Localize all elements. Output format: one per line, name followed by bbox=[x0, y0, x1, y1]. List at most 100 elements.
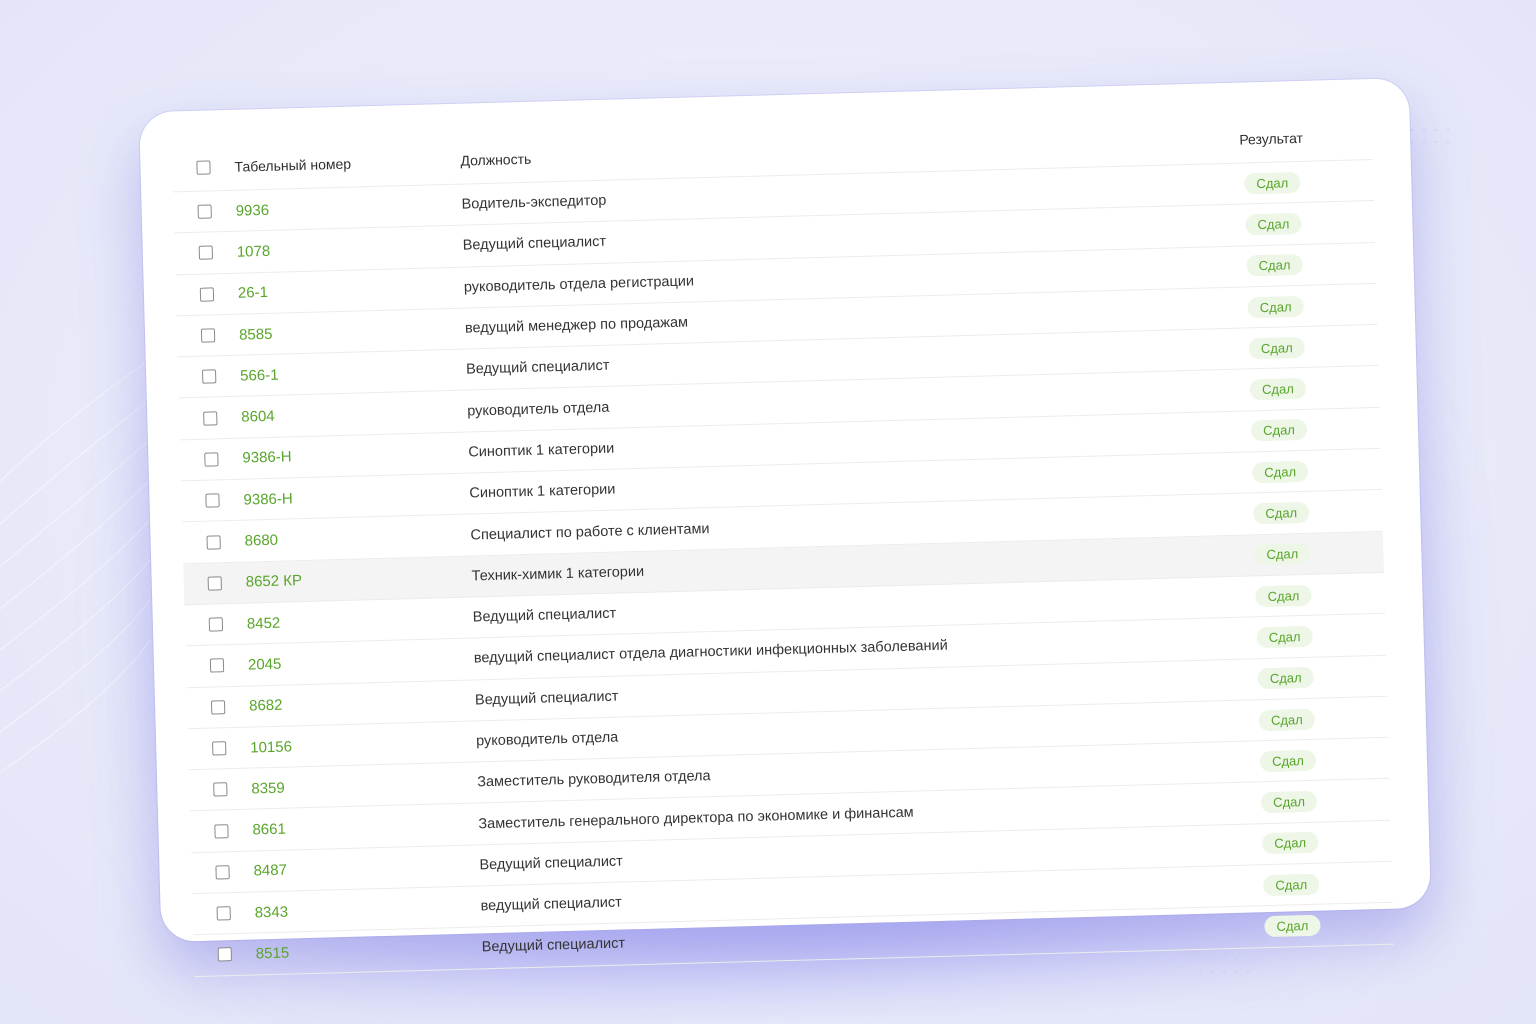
row-checkbox-cell bbox=[189, 782, 251, 798]
row-checkbox[interactable] bbox=[203, 410, 218, 426]
employee-number-link[interactable]: 8680 bbox=[244, 527, 470, 550]
result-badge: Сдал bbox=[1246, 254, 1303, 277]
employee-number-link[interactable]: 1078 bbox=[237, 238, 463, 261]
employee-number-link[interactable]: 8585 bbox=[239, 320, 465, 343]
row-checkbox[interactable] bbox=[207, 576, 222, 591]
row-checkbox[interactable] bbox=[212, 741, 227, 756]
row-checkbox-cell bbox=[185, 617, 247, 633]
row-checkbox-cell bbox=[193, 906, 255, 922]
employee-number-link[interactable]: 9386-Н bbox=[243, 485, 469, 508]
result-cell: Сдал bbox=[1218, 212, 1329, 236]
position-text: Техник-химик 1 категории bbox=[471, 563, 645, 585]
employee-number-link[interactable]: 8652 КР bbox=[246, 568, 472, 591]
result-badge: Сдал bbox=[1259, 749, 1317, 773]
result-cell: Сдал bbox=[1229, 625, 1340, 649]
position-text: Синоптик 1 категории bbox=[468, 440, 615, 461]
position-text: Специалист по работе с клиентами bbox=[470, 520, 710, 544]
employee-number-link[interactable]: 8359 bbox=[251, 774, 477, 797]
column-header-result[interactable]: Результат bbox=[1239, 130, 1303, 148]
row-checkbox-cell bbox=[187, 699, 249, 715]
result-badge: Сдал bbox=[1257, 666, 1314, 690]
result-cell: Сдал bbox=[1234, 790, 1345, 814]
select-all-cell bbox=[172, 160, 234, 176]
employee-number-link[interactable]: 26-1 bbox=[238, 279, 464, 302]
employee-number-link[interactable]: 566-1 bbox=[240, 361, 466, 384]
row-checkbox-cell bbox=[186, 658, 248, 674]
row-checkbox[interactable] bbox=[216, 906, 231, 921]
result-badge: Сдал bbox=[1244, 171, 1301, 195]
row-checkbox[interactable] bbox=[215, 865, 230, 880]
result-cell: Сдал bbox=[1224, 419, 1335, 443]
row-checkbox-cell bbox=[194, 947, 256, 963]
row-checkbox[interactable] bbox=[205, 493, 220, 508]
result-cell: Сдал bbox=[1217, 171, 1328, 195]
employee-number-link[interactable]: 2045 bbox=[248, 650, 474, 674]
result-badge: Сдал bbox=[1253, 501, 1310, 525]
position-text: ведущий специалист отдела диагностики ин… bbox=[473, 638, 948, 667]
result-cell: Сдал bbox=[1227, 542, 1338, 566]
position-text: Заместитель генерального директора по эк… bbox=[478, 804, 914, 832]
column-header-number[interactable]: Табельный номер bbox=[234, 153, 460, 175]
row-checkbox-cell bbox=[176, 286, 238, 302]
result-cell: Сдал bbox=[1220, 295, 1331, 319]
position-text: Ведущий специалист bbox=[474, 688, 619, 709]
row-checkbox[interactable] bbox=[197, 204, 212, 219]
row-checkbox[interactable] bbox=[202, 369, 217, 385]
result-cell: Сдал bbox=[1223, 377, 1334, 401]
employee-number-link[interactable]: 10156 bbox=[250, 733, 476, 756]
result-badge: Сдал bbox=[1263, 873, 1320, 896]
row-checkbox[interactable] bbox=[204, 452, 219, 467]
position-text: Ведущий специалист bbox=[462, 234, 607, 255]
employee-number-link[interactable]: 8452 bbox=[247, 609, 473, 632]
data-table: Табельный номер Должность Результат 9936… bbox=[171, 112, 1394, 977]
employee-number-link[interactable]: 9936 bbox=[235, 196, 461, 219]
result-badge: Сдал bbox=[1260, 790, 1318, 814]
position-text: Водитель-экспедитор bbox=[461, 192, 607, 213]
row-checkbox[interactable] bbox=[209, 658, 225, 674]
row-checkbox-cell bbox=[179, 410, 241, 426]
result-badge: Сдал bbox=[1258, 708, 1316, 731]
column-header-result-cell: Результат bbox=[1216, 129, 1326, 148]
row-checkbox[interactable] bbox=[210, 699, 226, 715]
employee-number-link[interactable]: 8604 bbox=[241, 403, 467, 426]
position-text: Ведущий специалист bbox=[472, 605, 617, 626]
row-checkbox-cell bbox=[177, 328, 239, 344]
employee-number-link[interactable]: 8515 bbox=[256, 939, 482, 963]
row-checkbox[interactable] bbox=[200, 328, 216, 343]
position-text: руководитель отдела bbox=[466, 399, 610, 420]
row-checkbox-cell bbox=[190, 823, 252, 839]
row-checkbox[interactable] bbox=[213, 782, 228, 797]
employee-number-link[interactable]: 8661 bbox=[252, 816, 478, 839]
result-badge: Сдал bbox=[1250, 419, 1308, 442]
select-all-checkbox[interactable] bbox=[196, 160, 211, 175]
position-text: ведущий менеджер по продажам bbox=[464, 314, 689, 337]
result-cell: Сдал bbox=[1226, 501, 1337, 525]
row-checkbox[interactable] bbox=[198, 245, 214, 261]
result-cell: Сдал bbox=[1233, 749, 1344, 773]
employee-number-link[interactable]: 8682 bbox=[249, 692, 475, 715]
position-text: Ведущий специалист bbox=[465, 358, 610, 378]
row-checkbox[interactable] bbox=[208, 617, 224, 632]
result-badge: Сдал bbox=[1251, 460, 1309, 484]
row-checkbox-cell bbox=[175, 245, 237, 261]
position-text: Заместитель руководителя отдела bbox=[477, 768, 711, 791]
row-checkbox[interactable] bbox=[199, 287, 215, 302]
position-text: Синоптик 1 категории bbox=[469, 481, 616, 502]
row-checkbox[interactable] bbox=[217, 947, 233, 962]
employee-number-link[interactable]: 9386-Н bbox=[242, 444, 468, 467]
row-checkbox-cell bbox=[178, 369, 240, 385]
employee-number-link[interactable]: 8343 bbox=[254, 898, 480, 921]
row-checkbox-cell bbox=[180, 452, 242, 468]
result-badge: Сдал bbox=[1255, 584, 1312, 607]
result-badge: Сдал bbox=[1249, 377, 1307, 401]
result-badge: Сдал bbox=[1248, 336, 1305, 360]
row-checkbox[interactable] bbox=[206, 534, 221, 550]
result-cell: Сдал bbox=[1237, 914, 1348, 938]
result-badge: Сдал bbox=[1262, 832, 1319, 855]
result-badge: Сдал bbox=[1245, 212, 1302, 236]
result-badge: Сдал bbox=[1264, 914, 1321, 938]
column-header-position[interactable]: Должность bbox=[460, 132, 1216, 169]
row-checkbox[interactable] bbox=[214, 823, 229, 839]
employee-number-link[interactable]: 8487 bbox=[253, 857, 479, 880]
row-checkbox-cell bbox=[188, 741, 250, 757]
